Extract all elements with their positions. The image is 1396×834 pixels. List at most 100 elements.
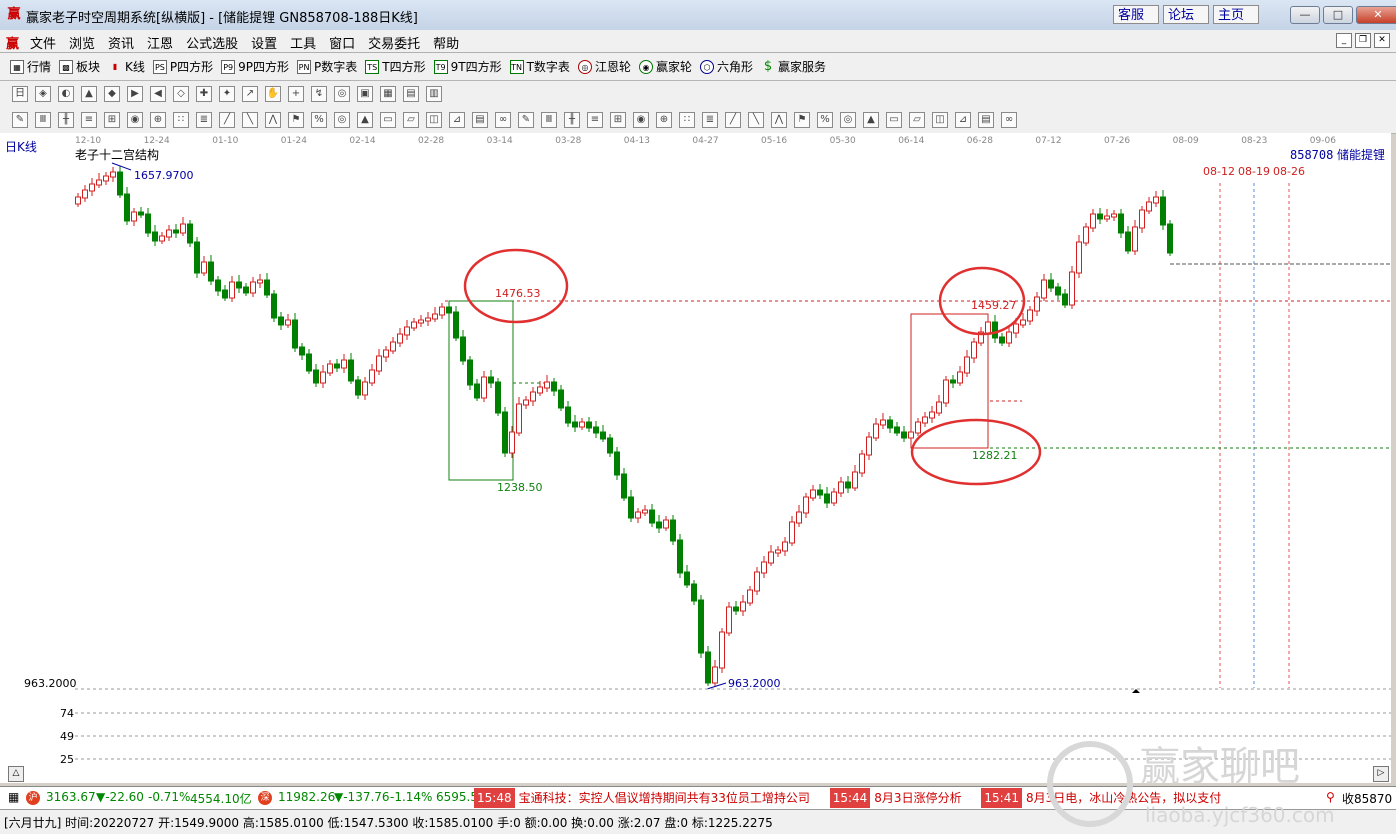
menu-window[interactable]: 窗口 xyxy=(329,33,355,52)
toolbar-row2-tool-12-icon[interactable]: ✋ xyxy=(265,86,281,102)
toolbar-row3-tool-30-icon[interactable]: ∷ xyxy=(679,112,695,128)
menu-gann[interactable]: 江恩 xyxy=(147,33,173,52)
toolbar-row3-tool-32-icon[interactable]: ╱ xyxy=(725,112,741,128)
link-homepage[interactable]: 主页 xyxy=(1213,5,1259,24)
toolbar-row3-tool-3-icon[interactable]: ╫ xyxy=(58,112,74,128)
menu-trading[interactable]: 交易委托 xyxy=(368,33,420,52)
toolbar-p-square-button[interactable]: PS P四方形 xyxy=(152,58,213,75)
toolbar-row3-tool-22-icon[interactable]: ∞ xyxy=(495,112,511,128)
news-headline-1[interactable]: 宝通科技：实控人倡议增持期间共有33位员工增持公司 xyxy=(519,788,810,808)
toolbar-t-square-button[interactable]: TS T四方形 xyxy=(365,58,426,75)
mdi-minimize-button[interactable]: _ xyxy=(1336,33,1352,48)
toolbar-row3-tool-18-icon[interactable]: ▱ xyxy=(403,112,419,128)
toolbar-t-number-button[interactable]: TN T数字表 xyxy=(509,58,570,75)
news-headline-2[interactable]: 8月3日涨停分析 xyxy=(874,788,961,808)
toolbar-row2-tool-5-icon[interactable]: ◆ xyxy=(104,86,120,102)
toolbar-row3-tool-17-icon[interactable]: ▭ xyxy=(380,112,396,128)
mdi-restore-button[interactable]: ❐ xyxy=(1355,33,1371,48)
toolbar-row3-tool-19-icon[interactable]: ◫ xyxy=(426,112,442,128)
toolbar-9p-square-button[interactable]: P9 9P四方形 xyxy=(221,58,289,75)
toolbar-row3-tool-2-icon[interactable]: Ⅲ xyxy=(35,112,51,128)
toolbar-row2-tool-18-icon[interactable]: ▤ xyxy=(403,86,419,102)
toolbar-row3-tool-27-icon[interactable]: ⊞ xyxy=(610,112,626,128)
toolbar-row3-tool-38-icon[interactable]: ▲ xyxy=(863,112,879,128)
toolbar-row3-tool-16-icon[interactable]: ▲ xyxy=(357,112,373,128)
toolbar-row3-tool-6-icon[interactable]: ◉ xyxy=(127,112,143,128)
toolbar-row3-tool-28-icon[interactable]: ◉ xyxy=(633,112,649,128)
toolbar-row2-tool-9-icon[interactable]: ✚ xyxy=(196,86,212,102)
shanghai-index-value[interactable]: 3163.67 xyxy=(46,790,96,804)
toolbar-p-number-button[interactable]: PN P数字表 xyxy=(297,58,357,75)
toolbar-row2-tool-3-icon[interactable]: ◐ xyxy=(58,86,74,102)
toolbar-kline-button[interactable]: ▮ K线 xyxy=(108,58,145,75)
link-forum[interactable]: 论坛 xyxy=(1163,5,1209,24)
toolbar-row3-tool-35-icon[interactable]: ⚑ xyxy=(794,112,810,128)
toolbar-sectors-button[interactable]: ▩ 板块 xyxy=(59,58,100,75)
menu-browse[interactable]: 浏览 xyxy=(69,33,95,52)
toolbar-gann-wheel-button[interactable]: ◎ 江恩轮 xyxy=(577,58,631,75)
toolbar-row3-tool-23-icon[interactable]: ✎ xyxy=(518,112,534,128)
toolbar-row3-tool-26-icon[interactable]: ≡ xyxy=(587,112,603,128)
maximize-button[interactable]: □ xyxy=(1323,6,1353,24)
toolbar-row3-tool-21-icon[interactable]: ▤ xyxy=(472,112,488,128)
toolbar-row3-tool-15-icon[interactable]: ◎ xyxy=(334,112,350,128)
kline-chart-area[interactable]: 12-10 12-24 01-10 01-24 02-14 02-28 03-14 03-28… xyxy=(0,133,1391,783)
toolbar-row3-tool-7-icon[interactable]: ⊕ xyxy=(150,112,166,128)
toolbar-row3-tool-39-icon[interactable]: ▭ xyxy=(886,112,902,128)
toolbar-row2-tool-6-icon[interactable]: ▶ xyxy=(127,86,143,102)
toolbar-row3-tool-10-icon[interactable]: ╱ xyxy=(219,112,235,128)
toolbar-hexagon-button[interactable]: ⬡ 六角形 xyxy=(699,58,753,75)
toolbar-row3-tool-40-icon[interactable]: ▱ xyxy=(909,112,925,128)
toolbar-9t-square-button[interactable]: T9 9T四方形 xyxy=(433,58,502,75)
shenzhen-index-value[interactable]: 11982.26 xyxy=(278,790,335,804)
toolbar-row3-tool-5-icon[interactable]: ⊞ xyxy=(104,112,120,128)
toolbar-row3-tool-20-icon[interactable]: ⊿ xyxy=(449,112,465,128)
toolbar-row2-tool-2-icon[interactable]: ◈ xyxy=(35,86,51,102)
toolbar-service-button[interactable]: $ 赢家服务 xyxy=(761,58,826,75)
toolbar-row2-tool-4-icon[interactable]: ▲ xyxy=(81,86,97,102)
toolbar-row2-tool-11-icon[interactable]: ↗ xyxy=(242,86,258,102)
toolbar-row3-tool-43-icon[interactable]: ▤ xyxy=(978,112,994,128)
toolbar-row3-tool-12-icon[interactable]: ⋀ xyxy=(265,112,281,128)
toolbar-row3-tool-4-icon[interactable]: ≡ xyxy=(81,112,97,128)
toolbar-row2-tool-8-icon[interactable]: ◇ xyxy=(173,86,189,102)
toolbar-row3-tool-44-icon[interactable]: ∞ xyxy=(1001,112,1017,128)
menu-settings[interactable]: 设置 xyxy=(251,33,277,52)
close-button[interactable]: ✕ xyxy=(1356,6,1396,24)
toolbar-row3-tool-24-icon[interactable]: Ⅲ xyxy=(541,112,557,128)
menu-file[interactable]: 文件 xyxy=(30,33,56,52)
link-customer-service[interactable]: 客服 xyxy=(1113,5,1159,24)
toolbar-row3-tool-31-icon[interactable]: ≣ xyxy=(702,112,718,128)
toolbar-row3-tool-29-icon[interactable]: ⊕ xyxy=(656,112,672,128)
toolbar-row3-tool-33-icon[interactable]: ╲ xyxy=(748,112,764,128)
toolbar-row3-tool-37-icon[interactable]: ◎ xyxy=(840,112,856,128)
toolbar-row2-tool-15-icon[interactable]: ◎ xyxy=(334,86,350,102)
toolbar-row3-tool-41-icon[interactable]: ◫ xyxy=(932,112,948,128)
menu-formula[interactable]: 公式选股 xyxy=(186,33,238,52)
toolbar-row3-tool-42-icon[interactable]: ⊿ xyxy=(955,112,971,128)
toolbar-row3-tool-1-icon[interactable]: ✎ xyxy=(12,112,28,128)
index-grid-icon[interactable]: ▦ xyxy=(8,790,19,804)
toolbar-winner-wheel-button[interactable]: ◉ 赢家轮 xyxy=(638,58,692,75)
toolbar-row3-tool-14-icon[interactable]: % xyxy=(311,112,327,128)
kline-chart[interactable]: 12-10 12-24 01-10 01-24 02-14 02-28 03-14 03-28… xyxy=(0,133,1391,783)
toolbar-row2-tool-19-icon[interactable]: ▥ xyxy=(426,86,442,102)
menu-news[interactable]: 资讯 xyxy=(108,33,134,52)
toolbar-row3-tool-9-icon[interactable]: ≣ xyxy=(196,112,212,128)
menu-help[interactable]: 帮助 xyxy=(433,33,459,52)
mdi-close-button[interactable]: ✕ xyxy=(1374,33,1390,48)
toolbar-row2-tool-17-icon[interactable]: ▦ xyxy=(380,86,396,102)
toolbar-row2-tool-13-icon[interactable]: + xyxy=(288,86,304,102)
toolbar-row3-tool-34-icon[interactable]: ⋀ xyxy=(771,112,787,128)
toolbar-row3-tool-11-icon[interactable]: ╲ xyxy=(242,112,258,128)
toolbar-row3-tool-8-icon[interactable]: ∷ xyxy=(173,112,189,128)
minimize-button[interactable]: — xyxy=(1290,6,1320,24)
toolbar-row3-tool-36-icon[interactable]: % xyxy=(817,112,833,128)
toolbar-row3-tool-25-icon[interactable]: ╫ xyxy=(564,112,580,128)
toolbar-quotes-button[interactable]: ▦ 行情 xyxy=(10,58,51,75)
scroll-up-button[interactable]: △ xyxy=(8,766,24,782)
toolbar-row2-tool-10-icon[interactable]: ✦ xyxy=(219,86,235,102)
toolbar-row3-tool-13-icon[interactable]: ⚑ xyxy=(288,112,304,128)
toolbar-row2-tool-16-icon[interactable]: ▣ xyxy=(357,86,373,102)
toolbar-row2-tool-1-icon[interactable]: 日 xyxy=(12,86,28,102)
